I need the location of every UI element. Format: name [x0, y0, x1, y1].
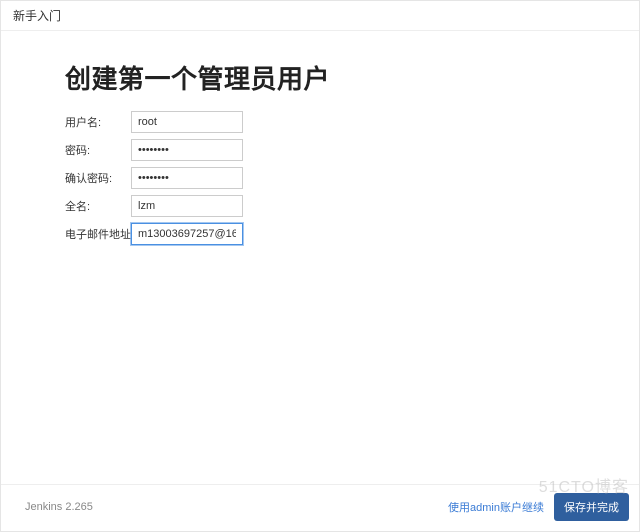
input-username[interactable]: [131, 111, 243, 133]
input-fullname[interactable]: [131, 195, 243, 217]
row-fullname: 全名:: [65, 192, 639, 220]
page-title: 创建第一个管理员用户: [65, 59, 639, 96]
label-confirm: 确认密码:: [65, 170, 131, 186]
label-password: 密码:: [65, 142, 131, 158]
label-email: 电子邮件地址:: [65, 226, 131, 242]
footer-bar: Jenkins 2.265 使用admin账户继续 保存并完成: [1, 484, 639, 531]
footer-wrap: Jenkins 2.265 使用admin账户继续 保存并完成: [13, 493, 629, 521]
app-window: 新手入门 创建第一个管理员用户 用户名: 密码: 确认密码: 全名: 电子邮件地…: [0, 0, 640, 532]
footer-actions: 使用admin账户继续 保存并完成: [448, 493, 629, 521]
row-email: 电子邮件地址:: [65, 220, 639, 248]
input-confirm[interactable]: [131, 167, 243, 189]
continue-as-admin-link[interactable]: 使用admin账户继续: [448, 499, 544, 515]
header-title: 新手入门: [13, 9, 61, 23]
header-bar: 新手入门: [1, 1, 639, 31]
save-and-finish-button[interactable]: 保存并完成: [554, 493, 629, 521]
main-content: 创建第一个管理员用户 用户名: 密码: 确认密码: 全名: 电子邮件地址:: [1, 31, 639, 484]
input-password[interactable]: [131, 139, 243, 161]
row-password: 密码:: [65, 136, 639, 164]
label-username: 用户名:: [65, 114, 131, 130]
row-confirm: 确认密码:: [65, 164, 639, 192]
row-username: 用户名:: [65, 108, 639, 136]
version-text: Jenkins 2.265: [25, 501, 93, 513]
input-email[interactable]: [131, 223, 243, 245]
label-fullname: 全名:: [65, 198, 131, 214]
